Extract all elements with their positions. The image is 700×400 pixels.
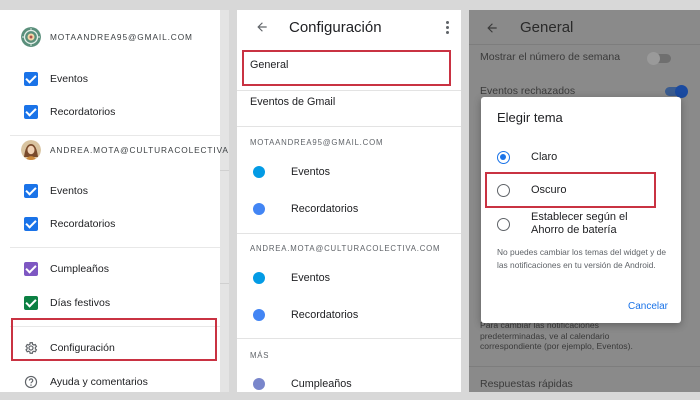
radio-label-claro[interactable]: Claro bbox=[531, 151, 557, 164]
strip-divider bbox=[220, 283, 229, 284]
drawer-item-label: Eventos bbox=[50, 73, 88, 85]
dialog-note: No puedes cambiar los temas del widget y… bbox=[497, 247, 666, 270]
settings-calendar-recordatorios-1[interactable]: Recordatorios bbox=[253, 203, 358, 215]
mandala-avatar-icon bbox=[21, 27, 41, 47]
highlight-box bbox=[11, 318, 217, 361]
dialog-title: Elegir tema bbox=[497, 110, 563, 125]
app-bar-divider bbox=[469, 44, 700, 45]
drawer-calendar-recordatorios-2[interactable]: Recordatorios bbox=[24, 217, 115, 231]
checkbox-checked-icon[interactable] bbox=[24, 262, 38, 276]
drawer-item-ayuda[interactable]: Ayuda y comentarios bbox=[24, 375, 148, 389]
notifications-note-line: predeterminadas, ve al calendario bbox=[480, 330, 610, 341]
more-vert-icon[interactable] bbox=[446, 21, 449, 34]
settings-calendar-eventos-1[interactable]: Eventos bbox=[253, 166, 330, 178]
drawer-divider bbox=[10, 135, 220, 136]
settings-calendar-label: Eventos bbox=[291, 166, 331, 178]
checkbox-checked-icon[interactable] bbox=[24, 105, 38, 119]
checkbox-checked-icon[interactable] bbox=[24, 296, 38, 310]
highlight-box bbox=[242, 50, 451, 86]
drawer-calendar-festivos[interactable]: Días festivos bbox=[24, 296, 110, 310]
drawer-item-label: Eventos bbox=[50, 185, 88, 197]
settings-section-account-1: MOTAANDREA95@GMAIL.COM bbox=[250, 138, 384, 147]
settings-divider bbox=[237, 338, 461, 339]
account-email-1: MOTAANDREA95@GMAIL.COM bbox=[50, 32, 193, 42]
radio-label-line: Establecer según el bbox=[531, 211, 628, 223]
general-screen: General Mostrar el número de semana Even… bbox=[469, 10, 700, 392]
theme-dialog: Elegir tema Claro Oscuro Establecer segú… bbox=[481, 97, 681, 323]
radio-label-ahorro-bateria[interactable]: Establecer según el Ahorro de batería bbox=[531, 211, 628, 237]
settings-section-more: MÁS bbox=[250, 351, 270, 360]
settings-divider bbox=[237, 90, 461, 91]
page-title: Configuración bbox=[289, 18, 382, 36]
profile-photo-avatar-icon bbox=[21, 140, 41, 160]
settings-item-gmail-events[interactable]: Eventos de Gmail bbox=[250, 96, 335, 108]
radio-claro[interactable] bbox=[497, 151, 510, 164]
account-email-2: ANDREA.MOTA@CULTURACOLECTIVA... bbox=[50, 145, 229, 155]
toggle-knob bbox=[647, 52, 660, 65]
drawer-item-label: Días festivos bbox=[50, 297, 111, 309]
checkbox-checked-icon[interactable] bbox=[24, 217, 38, 231]
checkbox-checked-icon[interactable] bbox=[24, 184, 38, 198]
setting-declined-events[interactable]: Eventos rechazados bbox=[480, 85, 575, 97]
drawer-calendar-eventos-2[interactable]: Eventos bbox=[24, 184, 88, 198]
calendar-color-dot-icon bbox=[253, 378, 265, 390]
cancel-button[interactable]: Cancelar bbox=[628, 301, 668, 312]
dimmed-calendar-strip bbox=[220, 10, 229, 392]
drawer-calendar-cumpleanos[interactable]: Cumpleaños bbox=[24, 262, 109, 276]
setting-quick-responses[interactable]: Respuestas rápidas bbox=[480, 378, 573, 390]
drawer-item-label: Recordatorios bbox=[50, 106, 116, 118]
settings-calendar-label: Eventos bbox=[291, 272, 331, 284]
radio-label-line: Ahorro de batería bbox=[531, 224, 617, 236]
strip-divider bbox=[220, 170, 229, 171]
notifications-note: Para cambiar las notificaciones predeter… bbox=[480, 320, 633, 352]
drawer-calendar-recordatorios-1[interactable]: Recordatorios bbox=[24, 105, 115, 119]
settings-divider bbox=[237, 233, 461, 234]
account-header-1: MOTAANDREA95@GMAIL.COM bbox=[21, 27, 193, 47]
settings-screen: Configuración General Eventos de Gmail M… bbox=[237, 10, 461, 392]
arrow-back-icon[interactable] bbox=[255, 20, 269, 34]
settings-calendar-label: Cumpleaños bbox=[291, 378, 352, 390]
settings-divider bbox=[237, 126, 461, 127]
drawer-item-label: Recordatorios bbox=[50, 218, 116, 230]
drawer-calendar-eventos-1[interactable]: Eventos bbox=[24, 72, 88, 86]
general-app-bar: General bbox=[469, 10, 700, 44]
settings-calendar-cumpleanos[interactable]: Cumpleaños bbox=[253, 378, 352, 390]
calendar-color-dot-icon bbox=[253, 166, 265, 178]
calendar-color-dot-icon bbox=[253, 272, 265, 284]
page-title: General bbox=[520, 18, 574, 36]
drawer-item-label: Ayuda y comentarios bbox=[50, 376, 148, 388]
calendar-color-dot-icon bbox=[253, 309, 265, 321]
notifications-note-line: correspondiente (por ejemplo, Eventos). bbox=[480, 341, 633, 351]
settings-calendar-recordatorios-2[interactable]: Recordatorios bbox=[253, 309, 358, 321]
drawer-item-label: Cumpleaños bbox=[50, 263, 109, 275]
checkbox-checked-icon[interactable] bbox=[24, 72, 38, 86]
drawer-screen: MOTAANDREA95@GMAIL.COM Eventos Recordato… bbox=[0, 10, 229, 392]
highlight-box bbox=[485, 172, 656, 208]
settings-calendar-label: Recordatorios bbox=[291, 309, 359, 321]
radio-ahorro-bateria[interactable] bbox=[497, 218, 510, 231]
setting-week-number[interactable]: Mostrar el número de semana bbox=[480, 51, 620, 63]
settings-calendar-eventos-2[interactable]: Eventos bbox=[253, 272, 330, 284]
settings-calendar-label: Recordatorios bbox=[291, 203, 359, 215]
settings-section-account-2: ANDREA.MOTA@CULTURACOLECTIVA.COM bbox=[250, 244, 441, 253]
help-circle-icon bbox=[24, 375, 38, 389]
settings-app-bar: Configuración bbox=[237, 10, 461, 44]
settings-divider bbox=[469, 366, 700, 367]
calendar-color-dot-icon bbox=[253, 203, 265, 215]
arrow-back-icon[interactable] bbox=[485, 21, 499, 35]
account-header-2: ANDREA.MOTA@CULTURACOLECTIVA... bbox=[21, 140, 229, 160]
drawer-divider bbox=[10, 247, 220, 248]
